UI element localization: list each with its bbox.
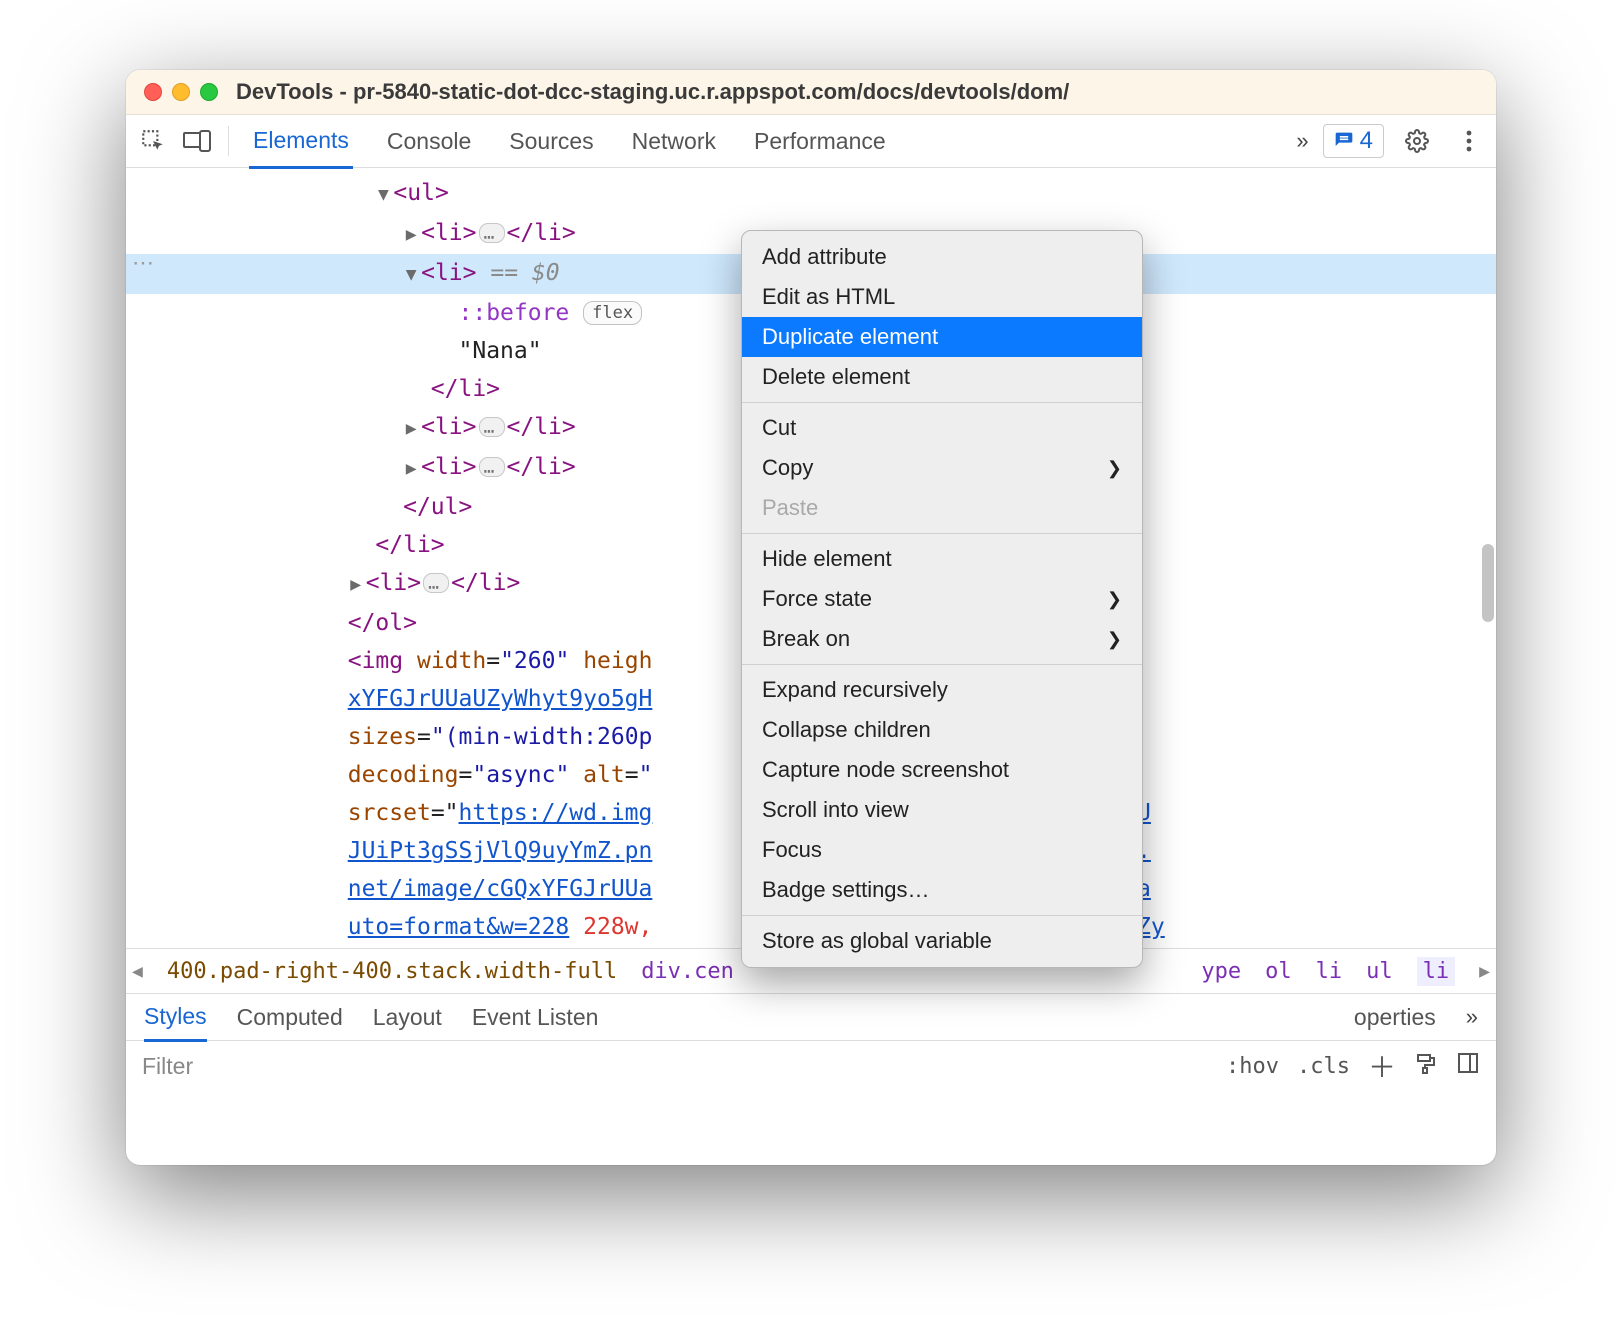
- menu-hide-element[interactable]: Hide element: [742, 539, 1142, 579]
- menu-badge-settings[interactable]: Badge settings…: [742, 870, 1142, 910]
- crumb[interactable]: div.cen: [641, 959, 734, 984]
- ellipsis-icon[interactable]: [479, 417, 505, 437]
- panel-tabs: Elements Console Sources Network Perform…: [249, 115, 890, 167]
- crumb[interactable]: 400.pad-right-400.stack.width-full: [167, 959, 617, 984]
- zoom-icon[interactable]: [200, 83, 218, 101]
- tab-network[interactable]: Network: [628, 116, 720, 167]
- menu-duplicate-element[interactable]: Duplicate element: [742, 317, 1142, 357]
- main-toolbar: Elements Console Sources Network Perform…: [126, 115, 1496, 168]
- issues-count: 4: [1360, 127, 1373, 155]
- context-menu: Add attribute Edit as HTML Duplicate ele…: [741, 230, 1143, 968]
- subtab-layout[interactable]: Layout: [373, 1004, 442, 1031]
- cls-toggle[interactable]: .cls: [1297, 1054, 1350, 1079]
- menu-collapse-children[interactable]: Collapse children: [742, 710, 1142, 750]
- menu-force-state[interactable]: Force state❯: [742, 579, 1142, 619]
- subtab-properties[interactable]: operties: [1354, 1004, 1436, 1031]
- devtools-window: DevTools - pr-5840-static-dot-dcc-stagin…: [126, 70, 1496, 1165]
- more-subtabs-icon[interactable]: »: [1466, 1004, 1478, 1030]
- traffic-lights: [144, 83, 218, 101]
- styles-filter-bar: Filter :hov .cls ＋: [126, 1040, 1496, 1091]
- chevron-right-icon: ❯: [1107, 458, 1122, 479]
- new-style-rule-icon[interactable]: ＋: [1368, 1046, 1396, 1086]
- menu-delete-element[interactable]: Delete element: [742, 357, 1142, 397]
- device-toggle-icon[interactable]: [178, 122, 216, 160]
- crumb[interactable]: ol: [1265, 959, 1292, 984]
- chevron-right-icon: ❯: [1107, 629, 1122, 650]
- menu-store-as-global[interactable]: Store as global variable: [742, 921, 1142, 961]
- menu-paste: Paste: [742, 488, 1142, 528]
- issues-button[interactable]: 4: [1323, 124, 1384, 158]
- inspect-icon[interactable]: [134, 122, 172, 160]
- filter-input[interactable]: Filter: [142, 1053, 193, 1080]
- menu-add-attribute[interactable]: Add attribute: [742, 237, 1142, 277]
- menu-copy[interactable]: Copy❯: [742, 448, 1142, 488]
- close-icon[interactable]: [144, 83, 162, 101]
- crumb[interactable]: li: [1316, 959, 1343, 984]
- crumb[interactable]: ype: [1201, 959, 1241, 984]
- ellipsis-icon[interactable]: [479, 223, 505, 243]
- menu-separator: [742, 664, 1142, 665]
- chevron-left-icon[interactable]: ◀: [132, 961, 143, 982]
- subtab-event-listeners[interactable]: Event Listen: [472, 1004, 599, 1031]
- menu-separator: [742, 402, 1142, 403]
- kebab-menu-icon[interactable]: [1450, 122, 1488, 160]
- minimize-icon[interactable]: [172, 83, 190, 101]
- toolbar-separator: [228, 126, 229, 156]
- menu-break-on[interactable]: Break on❯: [742, 619, 1142, 659]
- more-tabs-icon[interactable]: »: [1296, 128, 1308, 154]
- menu-edit-as-html[interactable]: Edit as HTML: [742, 277, 1142, 317]
- tab-console[interactable]: Console: [383, 116, 475, 167]
- chevron-right-icon: ❯: [1107, 589, 1122, 610]
- ellipsis-icon[interactable]: [479, 457, 505, 477]
- ellipsis-icon[interactable]: [423, 573, 449, 593]
- menu-scroll-into-view[interactable]: Scroll into view: [742, 790, 1142, 830]
- crumb[interactable]: ul: [1366, 959, 1393, 984]
- gutter-dots-icon[interactable]: ⋯: [132, 250, 156, 276]
- crumb-selected[interactable]: li: [1417, 957, 1456, 986]
- scrollbar-thumb[interactable]: [1482, 544, 1494, 622]
- tab-performance[interactable]: Performance: [750, 116, 890, 167]
- styles-subtabs: Styles Computed Layout Event Listen oper…: [126, 993, 1496, 1040]
- chevron-right-icon[interactable]: ▶: [1479, 961, 1490, 982]
- window-titlebar: DevTools - pr-5840-static-dot-dcc-stagin…: [126, 70, 1496, 115]
- subtab-computed[interactable]: Computed: [237, 1004, 343, 1031]
- computed-panel-icon[interactable]: [1456, 1051, 1480, 1081]
- menu-separator: [742, 533, 1142, 534]
- menu-focus[interactable]: Focus: [742, 830, 1142, 870]
- tree-row[interactable]: ▼<ul>: [126, 174, 1496, 214]
- hov-toggle[interactable]: :hov: [1226, 1054, 1279, 1079]
- menu-cut[interactable]: Cut: [742, 408, 1142, 448]
- tab-elements[interactable]: Elements: [249, 115, 353, 169]
- subtab-styles[interactable]: Styles: [144, 1003, 207, 1042]
- menu-expand-recursively[interactable]: Expand recursively: [742, 670, 1142, 710]
- window-title: DevTools - pr-5840-static-dot-dcc-stagin…: [236, 79, 1069, 105]
- menu-capture-screenshot[interactable]: Capture node screenshot: [742, 750, 1142, 790]
- flex-badge[interactable]: flex: [583, 301, 642, 325]
- settings-icon[interactable]: [1398, 122, 1436, 160]
- paint-icon[interactable]: [1414, 1051, 1438, 1081]
- tab-sources[interactable]: Sources: [505, 116, 597, 167]
- menu-separator: [742, 915, 1142, 916]
